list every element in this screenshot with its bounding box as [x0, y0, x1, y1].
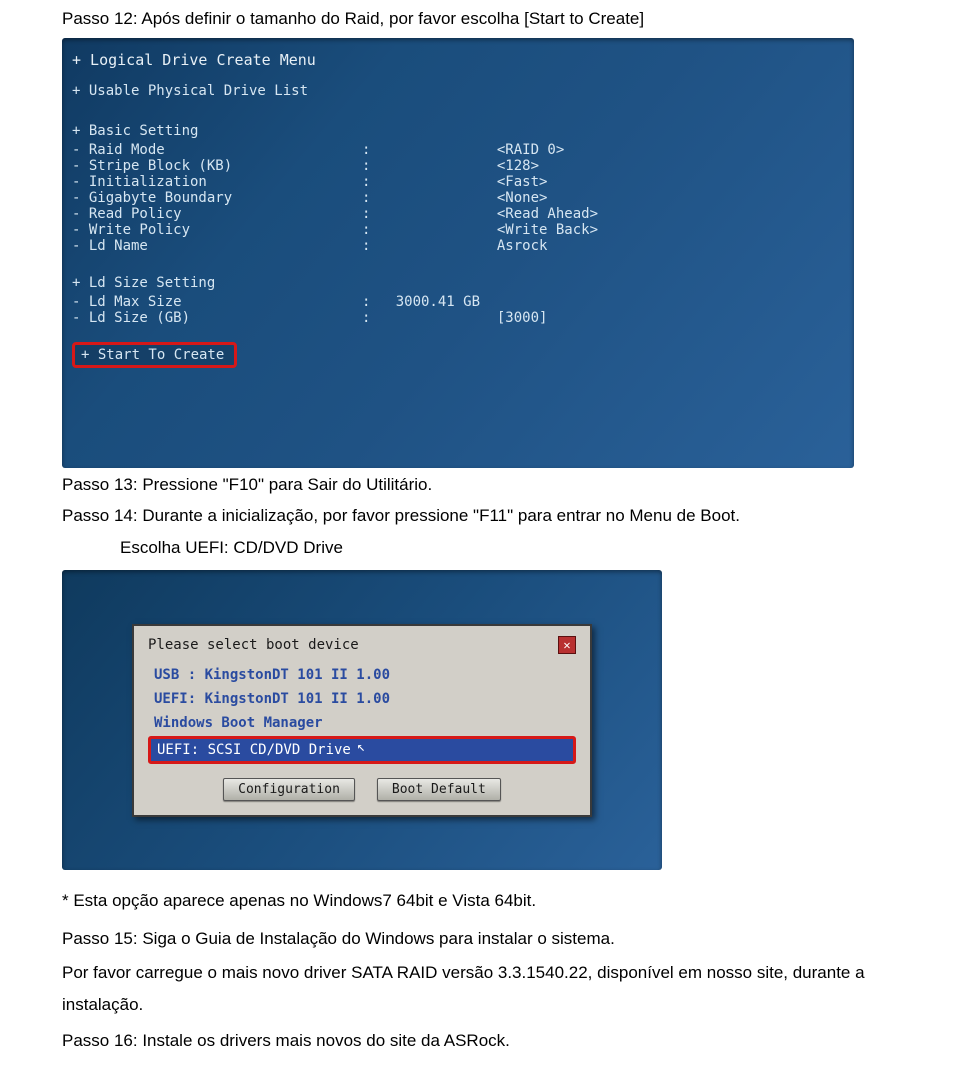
boot-item-usb: USB : KingstonDT 101 II 1.00	[148, 664, 576, 686]
bios-read-lbl: - Read Policy	[72, 206, 182, 222]
bios-init-val: <Fast>	[497, 174, 548, 190]
bios-ldmax-val: 3000.41 GB	[396, 294, 480, 310]
bios-gig-val: <None>	[497, 190, 548, 206]
bios-read-val: <Read Ahead>	[497, 206, 598, 222]
bios-gig-lbl: - Gigabyte Boundary	[72, 190, 232, 206]
bios-stripe-val: <128>	[497, 158, 539, 174]
bios-ldsize-lbl: - Ld Size (GB)	[72, 310, 190, 326]
step15b-text: Por favor carregue o mais novo driver SA…	[62, 957, 898, 1022]
configuration-button: Configuration	[223, 778, 355, 801]
boot-default-button: Boot Default	[377, 778, 501, 801]
bios-header: + Logical Drive Create Menu	[72, 51, 844, 69]
bios-stripe-lbl: - Stripe Block (KB)	[72, 158, 232, 174]
boot-item-windows: Windows Boot Manager	[148, 712, 576, 734]
step14-text: Passo 14: Durante a inicialização, por f…	[62, 503, 898, 529]
step12-text: Passo 12: Após definir o tamanho do Raid…	[62, 6, 898, 32]
note-text: * Esta opção aparece apenas no Windows7 …	[62, 888, 898, 914]
bios-ldname-lbl: - Ld Name	[72, 238, 148, 254]
boot-item-uefi-cddvd-text: UEFI: SCSI CD/DVD Drive	[157, 742, 351, 758]
bios-ldsize-setting: + Ld Size Setting	[72, 275, 844, 291]
bios-ldmax-lbl: - Ld Max Size	[72, 294, 182, 310]
step13-text: Passo 13: Pressione "F10" para Sair do U…	[62, 472, 898, 498]
cursor-icon: ↖	[357, 740, 369, 756]
bios-ldname-val: Asrock	[497, 238, 548, 254]
bios-write-val: <Write Back>	[497, 222, 598, 238]
bios-basic: + Basic Setting	[72, 123, 844, 139]
bios-raidmode-lbl: - Raid Mode	[72, 142, 165, 158]
bios-init-lbl: - Initialization	[72, 174, 207, 190]
start-to-create-highlight: + Start To Create	[72, 342, 237, 368]
boot-item-uefi-cddvd-selected: UEFI: SCSI CD/DVD Drive ↖	[148, 736, 576, 764]
bios-ldsize-val: [3000]	[497, 310, 548, 326]
close-icon: ✕	[558, 636, 576, 654]
boot-item-uefi-usb: UEFI: KingstonDT 101 II 1.00	[148, 688, 576, 710]
dialog-title: Please select boot device	[148, 637, 359, 653]
boot-dialog-screenshot: Please select boot device ✕ USB : Kingst…	[62, 570, 662, 870]
step14b-text: Escolha UEFI: CD/DVD Drive	[120, 535, 898, 561]
bios-screenshot: + Logical Drive Create Menu + Usable Phy…	[62, 38, 854, 468]
bios-raidmode-val: <RAID 0>	[497, 142, 564, 158]
step15-text: Passo 15: Siga o Guia de Instalação do W…	[62, 926, 898, 952]
boot-dialog: Please select boot device ✕ USB : Kingst…	[132, 624, 592, 817]
bios-write-lbl: - Write Policy	[72, 222, 190, 238]
bios-usable: + Usable Physical Drive List	[72, 83, 844, 99]
step16-text: Passo 16: Instale os drivers mais novos …	[62, 1028, 898, 1054]
